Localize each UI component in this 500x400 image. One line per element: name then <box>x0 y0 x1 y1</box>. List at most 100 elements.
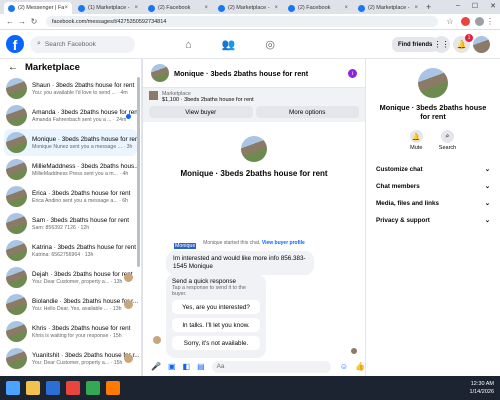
close-tab-icon[interactable]: × <box>344 5 348 11</box>
close-tab-icon[interactable]: × <box>64 5 68 11</box>
app-icon[interactable] <box>86 381 100 395</box>
quick-response-option[interactable]: In talks. I'll let you know. <box>172 318 260 332</box>
privacy-support-section[interactable]: Privacy & support ⌄ <box>366 212 500 229</box>
sidebar-title: Marketplace <box>25 61 80 73</box>
conversation-item[interactable]: Dejah · 3beds 2baths house for rent You: … <box>0 264 141 291</box>
browser-tab[interactable]: (2) Marketplace - × <box>214 2 282 14</box>
chrome-icon[interactable] <box>66 381 80 395</box>
account-avatar[interactable] <box>473 36 490 53</box>
browser-menu-icon[interactable]: ⋮ <box>484 17 496 26</box>
message-bubble[interactable]: Im interested and would like more info 8… <box>166 251 314 275</box>
file-explorer-icon[interactable] <box>26 381 40 395</box>
forward-icon[interactable]: → <box>16 17 28 26</box>
message-input[interactable]: Aa <box>211 360 331 373</box>
groups-icon[interactable]: ◎ <box>265 38 275 51</box>
browser-tab[interactable]: (1) Marketplace - × <box>74 2 142 14</box>
quick-response-card: Send a quick response Tap a response to … <box>166 274 266 358</box>
view-buyer-profile-link[interactable]: View buyer profile <box>262 240 305 246</box>
home-icon[interactable]: ⌂ <box>185 39 192 51</box>
menu-grid-icon[interactable]: ⋮⋮ <box>433 36 450 53</box>
gif-icon[interactable]: ▤ <box>197 362 205 371</box>
mic-icon[interactable]: 🎤 <box>151 362 161 371</box>
close-tab-icon[interactable]: × <box>414 5 418 11</box>
browser-tab[interactable]: (2) Facebook × <box>284 2 352 14</box>
search-placeholder: Search Facebook <box>44 40 96 48</box>
bookmark-star-icon[interactable]: ☆ <box>444 17 456 26</box>
chat-avatar[interactable] <box>151 64 169 82</box>
chat-members-section[interactable]: Chat members ⌄ <box>366 178 500 195</box>
windows-start-icon[interactable] <box>6 381 20 395</box>
facebook-favicon-icon <box>148 4 155 12</box>
messenger-favicon-icon <box>8 4 15 12</box>
profile-icon[interactable] <box>475 17 484 26</box>
friends-icon[interactable]: 👥 <box>222 38 236 51</box>
quick-response-option[interactable]: Yes, are you interested? <box>172 300 260 314</box>
section-label: Privacy & support <box>376 217 430 224</box>
extension-icon[interactable] <box>461 17 470 26</box>
mute-button[interactable]: 🔔 Mute <box>409 130 423 151</box>
message-text: Im interested and would like more info 8… <box>173 255 306 270</box>
find-friends-button[interactable]: Find friends <box>392 37 439 52</box>
close-window-icon[interactable]: ✕ <box>490 2 496 10</box>
conversation-text: Erica · 3beds 2baths house for rent Erica… <box>32 190 140 204</box>
photo-icon[interactable]: ▣ <box>168 362 176 371</box>
section-label: Customize chat <box>376 166 423 173</box>
facebook-favicon-icon <box>78 4 85 12</box>
conversation-title: Shaun · 3beds 2baths house for rent <box>32 81 135 89</box>
conversation-item[interactable]: Sam · 3beds 2baths house for rent Sam: 85… <box>0 210 141 237</box>
emoji-icon[interactable]: ☺ <box>340 362 348 371</box>
close-tab-icon[interactable]: × <box>204 5 208 11</box>
new-tab-icon[interactable]: + <box>426 2 431 12</box>
search-chat-button[interactable]: ⌕ Search <box>439 130 456 151</box>
seen-avatar <box>124 354 133 363</box>
conversation-item[interactable]: Biolandie · 3beds 2baths house for r... Y… <box>0 291 141 318</box>
conversation-item[interactable]: MillieMaddness · 3beds 2baths hous... Mil… <box>0 156 141 183</box>
facebook-logo-icon[interactable]: f <box>6 35 24 53</box>
listing-price: $1,100 · 3beds 2baths house for rent <box>162 97 254 103</box>
url-field[interactable]: facebook.com/messages/t/4275350592734814 <box>46 16 438 27</box>
reload-icon[interactable]: ↻ <box>28 17 40 26</box>
search-input[interactable]: ⌕ Search Facebook <box>30 35 135 53</box>
close-tab-icon[interactable]: × <box>134 5 138 11</box>
conversation-item[interactable]: Amanda · 3beds 2baths house for rent Aman… <box>0 102 141 129</box>
back-arrow-icon[interactable]: ← <box>8 62 18 73</box>
conversation-item[interactable]: Khris · 3beds 2baths house for rent Khris… <box>0 318 141 345</box>
more-options-label: More options <box>289 108 326 116</box>
view-buyer-button[interactable]: View buyer <box>149 106 253 118</box>
app-icon[interactable] <box>106 381 120 395</box>
browser-tab[interactable]: (2) Messenger | Fa × <box>4 2 72 14</box>
conversation-item[interactable]: Shaun · 3beds 2baths house for rent You: … <box>0 75 141 102</box>
info-icon[interactable]: i <box>348 69 357 78</box>
browser-tab[interactable]: (2) Facebook × <box>144 2 212 14</box>
close-tab-icon[interactable]: × <box>274 5 278 11</box>
notifications-icon[interactable]: 🔔 1 <box>453 34 473 53</box>
listing-photo[interactable] <box>149 91 158 100</box>
sidebar-scrollbar[interactable] <box>137 77 140 267</box>
conversation-preview: Sam: 856392 7126 · 12h <box>32 224 90 231</box>
back-icon[interactable]: ← <box>4 17 16 26</box>
tab-label: (2) Messenger | Fa <box>18 5 65 11</box>
seen-avatar <box>351 348 357 354</box>
more-options-button[interactable]: More options <box>255 106 359 118</box>
quick-response-option[interactable]: Sorry, it's not available. <box>172 336 260 350</box>
chat-title[interactable]: Monique · 3beds 2baths house for rent <box>174 69 308 78</box>
details-actions: 🔔 Mute ⌕ Search <box>366 130 500 151</box>
browser-tab[interactable]: (2) Marketplace - × <box>354 2 422 14</box>
conversation-item[interactable]: Monique · 3beds 2baths house for rent Mon… <box>4 129 137 156</box>
customize-chat-section[interactable]: Customize chat ⌄ <box>366 161 500 178</box>
system-clock[interactable]: 12:30 AM 1/14/2026 <box>470 380 494 396</box>
listing-thumbnail <box>6 213 27 234</box>
mail-icon[interactable] <box>46 381 60 395</box>
conversation-item[interactable]: Erica · 3beds 2baths house for rent Erica… <box>0 183 141 210</box>
conversation-title: MillieMaddness · 3beds 2baths hous... <box>32 162 140 170</box>
like-icon[interactable]: 👍 <box>355 362 365 371</box>
seen-avatar <box>124 273 133 282</box>
url-text: facebook.com/messages/t/4275350592734814 <box>52 18 167 25</box>
conversation-item[interactable]: Katrina · 3beds 2baths house for rent Kat… <box>0 237 141 264</box>
media-files-section[interactable]: Media, files and links ⌄ <box>366 195 500 212</box>
conversation-item[interactable]: Yuanitshit · 3beds 2baths house for r...… <box>0 345 141 372</box>
details-avatar[interactable] <box>418 68 448 98</box>
minimize-icon[interactable]: – <box>456 2 460 10</box>
maximize-icon[interactable]: ☐ <box>472 2 478 10</box>
sticker-icon[interactable]: ◧ <box>183 362 191 371</box>
